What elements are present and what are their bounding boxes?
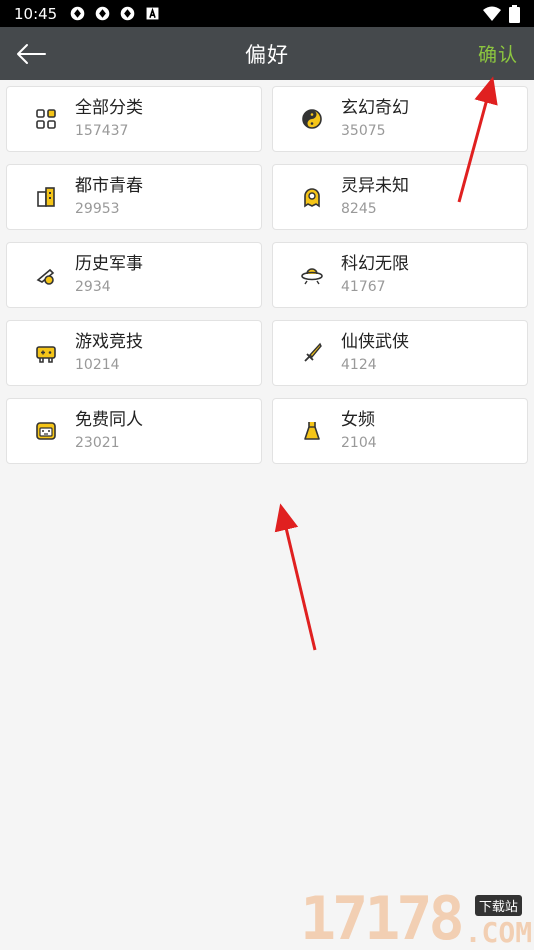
wifi-icon — [483, 6, 501, 21]
category-name: 仙侠武侠 — [341, 332, 409, 352]
sync-icon — [95, 6, 110, 21]
status-bar: 10:45 — [0, 0, 534, 27]
category-card-history[interactable]: 历史军事 2934 — [6, 242, 262, 308]
category-count: 41767 — [341, 279, 386, 295]
category-name: 都市青春 — [75, 176, 143, 196]
category-name: 玄幻奇幻 — [341, 98, 409, 118]
category-count: 29953 — [75, 201, 120, 217]
arrow-to-empty-area — [274, 503, 317, 651]
sync-icon — [70, 6, 85, 21]
category-card-gaming[interactable]: 游戏竞技 10214 — [6, 320, 262, 386]
app-bar: 偏好 确认 — [0, 27, 534, 80]
category-count: 157437 — [75, 123, 129, 139]
category-name: 游戏竞技 — [75, 332, 143, 352]
arrow-left-icon — [17, 44, 46, 64]
face-icon — [33, 418, 59, 444]
category-count: 23021 — [75, 435, 120, 451]
watermark-logo: 17178 下载站 .COM — [300, 884, 533, 950]
a-icon — [146, 7, 159, 20]
category-card-supernatural[interactable]: 灵异未知 8245 — [272, 164, 528, 230]
ghost-icon — [299, 184, 325, 210]
category-name: 灵异未知 — [341, 176, 409, 196]
status-right — [483, 4, 520, 23]
category-card-all[interactable]: 全部分类 157437 — [6, 86, 262, 152]
dress-icon — [299, 418, 325, 444]
back-button[interactable] — [14, 39, 48, 69]
gamepad-icon — [33, 340, 59, 366]
category-card-female[interactable]: 女频 2104 — [272, 398, 528, 464]
category-name: 科幻无限 — [341, 254, 409, 274]
confirm-button[interactable]: 确认 — [478, 40, 518, 67]
sword-icon — [299, 340, 325, 366]
category-count: 8245 — [341, 201, 377, 217]
category-count: 2104 — [341, 435, 377, 451]
category-card-wuxia[interactable]: 仙侠武侠 4124 — [272, 320, 528, 386]
yin-yang-icon — [299, 106, 325, 132]
cannon-icon — [33, 262, 59, 288]
watermark-number: 17178 — [300, 884, 465, 950]
category-card-fantasy[interactable]: 玄幻奇幻 35075 — [272, 86, 528, 152]
category-card-scifi[interactable]: 科幻无限 41767 — [272, 242, 528, 308]
category-card-fanfic[interactable]: 免费同人 23021 — [6, 398, 262, 464]
building-icon — [33, 184, 59, 210]
sync-icon — [120, 6, 135, 21]
category-count: 4124 — [341, 357, 377, 373]
category-count: 2934 — [75, 279, 111, 295]
category-name: 女频 — [341, 410, 375, 430]
category-count: 35075 — [341, 123, 386, 139]
ufo-icon — [299, 262, 325, 288]
category-count: 10214 — [75, 357, 120, 373]
watermark-suffix: .COM — [464, 916, 533, 949]
category-name: 全部分类 — [75, 98, 143, 118]
battery-icon — [509, 4, 520, 23]
category-name: 历史军事 — [75, 254, 143, 274]
category-name: 免费同人 — [75, 410, 143, 430]
watermark-badge: 下载站 — [474, 895, 522, 916]
category-grid: 全部分类 157437 玄幻奇幻 35075 都市青春 29953 灵异未知 8245 … — [6, 86, 528, 464]
status-time: 10:45 — [14, 4, 58, 23]
category-card-urban[interactable]: 都市青春 29953 — [6, 164, 262, 230]
grid-icon — [33, 106, 59, 132]
page-title: 偏好 — [245, 42, 289, 67]
